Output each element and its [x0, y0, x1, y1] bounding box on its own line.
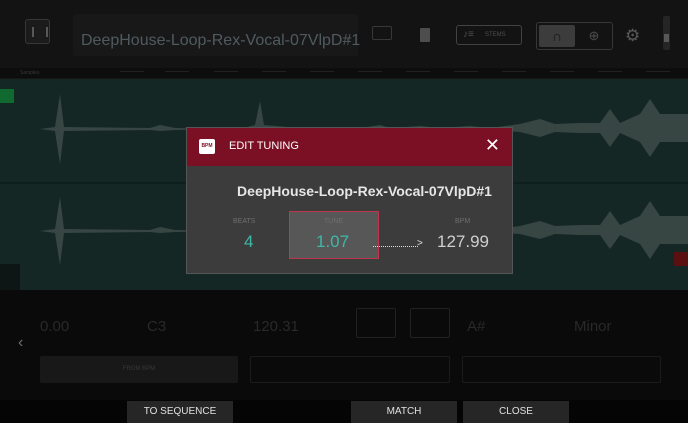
screen: DeepHouse-Loop-Rex-Vocal-07VlpD#1 • ♪≡ S… — [0, 0, 688, 423]
dialog-sample-name: DeepHouse-Loop-Rex-Vocal-07VlpD#1 — [237, 183, 492, 199]
match-label: MATCH — [386, 406, 422, 417]
to-sequence-label: TO SEQUENCE — [143, 406, 217, 417]
arrow-line — [373, 246, 418, 247]
close-icon[interactable]: ✕ — [485, 136, 500, 154]
beats-label: BEATS — [233, 218, 256, 225]
to-sequence-button[interactable]: TO SEQUENCE — [127, 401, 233, 423]
bpm-badge-icon: BPM — [199, 139, 215, 154]
close-label: CLOSE — [499, 406, 533, 417]
bpm-label: BPM — [455, 218, 471, 225]
edit-tuning-dialog: BPM EDIT TUNING ✕ DeepHouse-Loop-Rex-Voc… — [186, 127, 513, 274]
dialog-header: BPM EDIT TUNING ✕ — [187, 128, 512, 166]
close-button[interactable]: CLOSE — [463, 401, 569, 423]
bottom-bar: TO SEQUENCE MATCH CLOSE — [0, 400, 688, 423]
arrow-right-icon: > — [417, 238, 423, 249]
match-button[interactable]: MATCH — [351, 401, 457, 423]
tune-value: 1.07 — [316, 232, 350, 251]
dialog-title: EDIT TUNING — [229, 140, 299, 152]
beats-value[interactable]: 4 — [244, 232, 253, 252]
tune-label: TUNE — [324, 218, 344, 225]
tune-field[interactable]: TUNE 1.07 — [289, 211, 379, 259]
bpm-value: 127.99 — [437, 232, 489, 251]
